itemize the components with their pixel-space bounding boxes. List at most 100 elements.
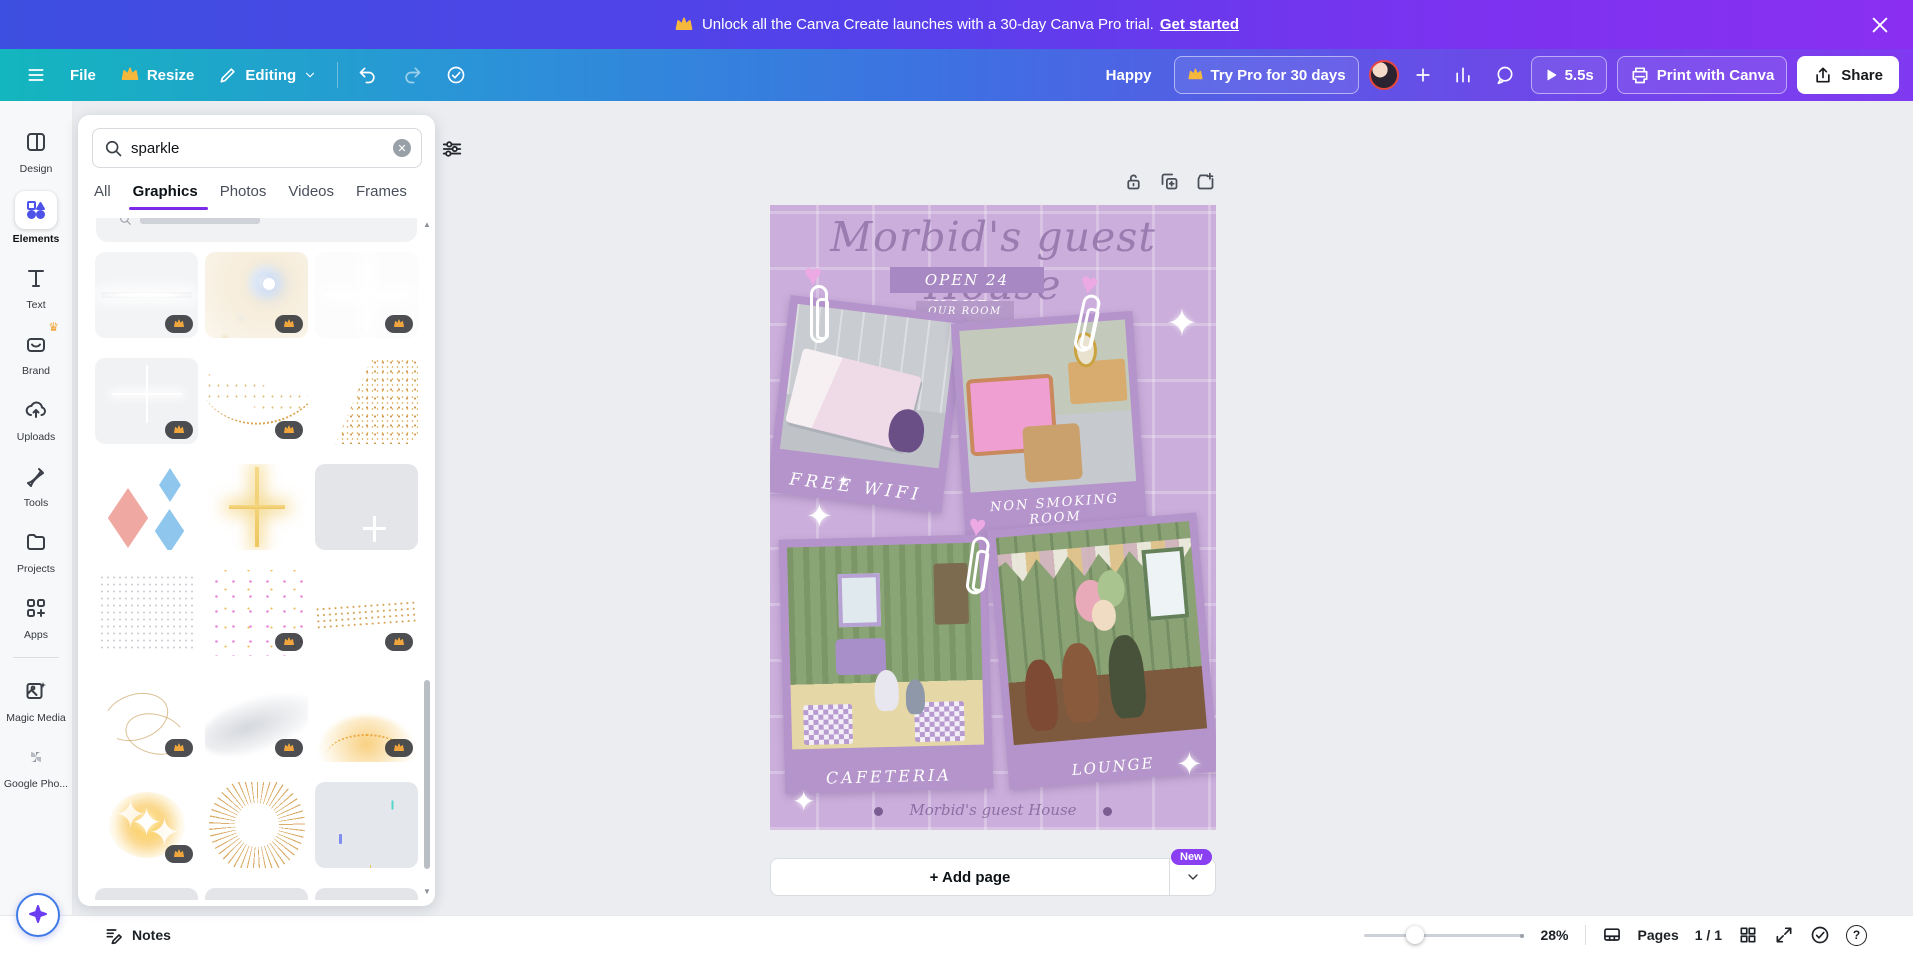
sparkle-decor[interactable]: ✦ [806, 497, 833, 535]
menu-button[interactable] [14, 57, 58, 93]
scroll-down-icon[interactable]: ▼ [423, 888, 431, 896]
sidebar-item-uploads[interactable]: Uploads [0, 385, 73, 451]
sidebar-item-apps[interactable]: Apps [0, 583, 73, 649]
pro-crown-badge [165, 739, 193, 757]
scrolled-suggestion[interactable] [96, 218, 417, 242]
zoom-slider[interactable] [1364, 926, 1525, 944]
sparkle-decor[interactable]: ✦ [838, 473, 849, 489]
graphic-result-gold-star-sparkle[interactable] [205, 464, 308, 550]
print-with-canva-button[interactable]: Print with Canva [1616, 56, 1788, 94]
graphic-result-gold-dust-scatter[interactable] [315, 358, 418, 444]
avatar[interactable] [1368, 60, 1399, 90]
crown-badge: ♛ [48, 320, 59, 334]
notes-button[interactable]: Notes [104, 925, 171, 945]
scrollbar-thumb[interactable] [424, 680, 430, 869]
graphic-result-gold-smoke[interactable] [95, 676, 198, 762]
graphic-result-gray-tile-sparkle[interactable] [315, 464, 418, 550]
sparkle-decor[interactable]: ✦ [792, 785, 815, 818]
close-icon[interactable] [1869, 14, 1891, 36]
resize-button[interactable]: Resize [108, 57, 207, 93]
result-tabs: All Graphics Photos Videos Frames [94, 183, 445, 210]
results-scroll[interactable] [78, 218, 435, 900]
help-icon[interactable]: ? [1846, 924, 1867, 946]
search-icon [103, 138, 123, 158]
notes-icon [104, 925, 124, 945]
sidebar-item-brand[interactable]: ♛ Brand [0, 319, 73, 385]
tab-frames[interactable]: Frames [356, 183, 407, 210]
polaroid-free-wifi[interactable]: FREE WIFI [770, 295, 966, 513]
add-page-button[interactable]: + Add page [770, 858, 1216, 896]
duplicate-page-icon[interactable] [1159, 171, 1180, 192]
bar-chart-icon [1453, 65, 1473, 85]
tab-videos[interactable]: Videos [288, 183, 334, 210]
sidebar-item-projects[interactable]: Projects [0, 517, 73, 583]
graphic-result-gray-partial[interactable] [315, 888, 418, 900]
sparkle-decor[interactable]: ✦ [1166, 301, 1198, 346]
search-input[interactable] [131, 139, 385, 157]
graphic-result-soft-sparkle[interactable] [95, 358, 198, 444]
get-started-link[interactable]: Get started [1160, 16, 1239, 33]
add-member-button[interactable] [1409, 57, 1437, 93]
sidebar-item-tools[interactable]: Tools [0, 451, 73, 517]
graphic-result-gray-smoke[interactable] [205, 676, 308, 762]
fullscreen-icon[interactable] [1774, 925, 1794, 945]
tab-photos[interactable]: Photos [220, 183, 267, 210]
graphic-result-gold-glow-arc[interactable] [315, 676, 418, 762]
tab-all[interactable]: All [94, 183, 111, 210]
file-button[interactable]: File [58, 59, 108, 92]
design-page[interactable]: Morbid's guest House OPEN 24 HOURS OUR R… [770, 205, 1216, 830]
redo-button[interactable] [390, 57, 434, 93]
saved-status-button[interactable] [434, 57, 478, 93]
search-box[interactable]: ✕ [92, 128, 462, 168]
sidebar-item-google-photos[interactable]: Google Pho... [0, 732, 73, 798]
pages-icon[interactable] [1602, 925, 1622, 945]
canva-assistant-button[interactable] [16, 893, 60, 937]
graphic-result-gold-dust-wave[interactable] [205, 358, 308, 444]
polaroid-non-smoking[interactable]: NON SMOKING ROOM [950, 310, 1148, 538]
page-controls [1123, 171, 1216, 192]
comments-button[interactable] [1489, 57, 1521, 93]
filter-icon[interactable] [441, 138, 463, 160]
graphic-result-gold-shimmer-wave[interactable] [315, 570, 418, 656]
sparkle-decor[interactable]: ✦ [1176, 745, 1203, 783]
zoom-slider-thumb[interactable] [1406, 926, 1425, 944]
editing-mode-button[interactable]: Editing [206, 57, 329, 93]
try-pro-button[interactable]: Try Pro for 30 days [1173, 56, 1359, 94]
pages-label[interactable]: Pages [1638, 927, 1679, 943]
tab-graphics[interactable]: Graphics [128, 183, 208, 210]
graphic-result-white-flare[interactable] [95, 252, 198, 338]
sidebar-item-design[interactable]: Design [0, 117, 73, 183]
clear-search-icon[interactable]: ✕ [393, 139, 411, 157]
sidebar-item-magic-media[interactable]: Magic Media [0, 666, 73, 732]
zoom-level[interactable]: 28% [1540, 927, 1568, 943]
graphic-result-gray-partial[interactable] [95, 888, 198, 900]
sidebar-item-elements[interactable]: Elements [0, 183, 73, 253]
doc-title[interactable]: Happy [1094, 59, 1164, 92]
crown-icon [1187, 65, 1204, 85]
panel-scrollbar[interactable]: ▲ ▼ [422, 221, 432, 896]
graphic-result-white-starburst[interactable] [315, 252, 418, 338]
open-hours-banner[interactable]: OPEN 24 HOURS [890, 267, 1044, 315]
graphic-result-gold-lens-flare[interactable] [205, 252, 308, 338]
graphic-result-gray-partial[interactable] [205, 888, 308, 900]
scroll-up-icon[interactable]: ▲ [423, 221, 431, 229]
graphic-result-pastel-sparkle-tile[interactable] [315, 782, 418, 868]
graphic-result-gold-glow-star[interactable] [95, 782, 198, 868]
sidebar-item-text[interactable]: Text [0, 253, 73, 319]
undo-button[interactable] [346, 57, 390, 93]
plus-icon [1413, 65, 1433, 85]
grid-view-icon[interactable] [1738, 925, 1758, 945]
graphic-result-pink-sparkle-scatter[interactable] [205, 570, 308, 656]
graphic-result-gold-ray-burst[interactable] [205, 782, 308, 868]
check-circle-icon[interactable] [1810, 925, 1830, 945]
add-page-icon[interactable] [1195, 171, 1216, 192]
insights-button[interactable] [1447, 57, 1479, 93]
present-duration-button[interactable]: 5.5s [1530, 56, 1607, 94]
printer-icon [1630, 65, 1650, 85]
page-footer[interactable]: Morbid's guest House [770, 801, 1216, 819]
heart-paperclip[interactable]: ♥ [804, 259, 840, 351]
share-button[interactable]: Share [1797, 56, 1899, 94]
graphic-result-pink-blue-diamonds[interactable] [95, 464, 198, 550]
graphic-result-gray-speckles[interactable] [95, 570, 198, 656]
lock-icon[interactable] [1123, 171, 1144, 192]
